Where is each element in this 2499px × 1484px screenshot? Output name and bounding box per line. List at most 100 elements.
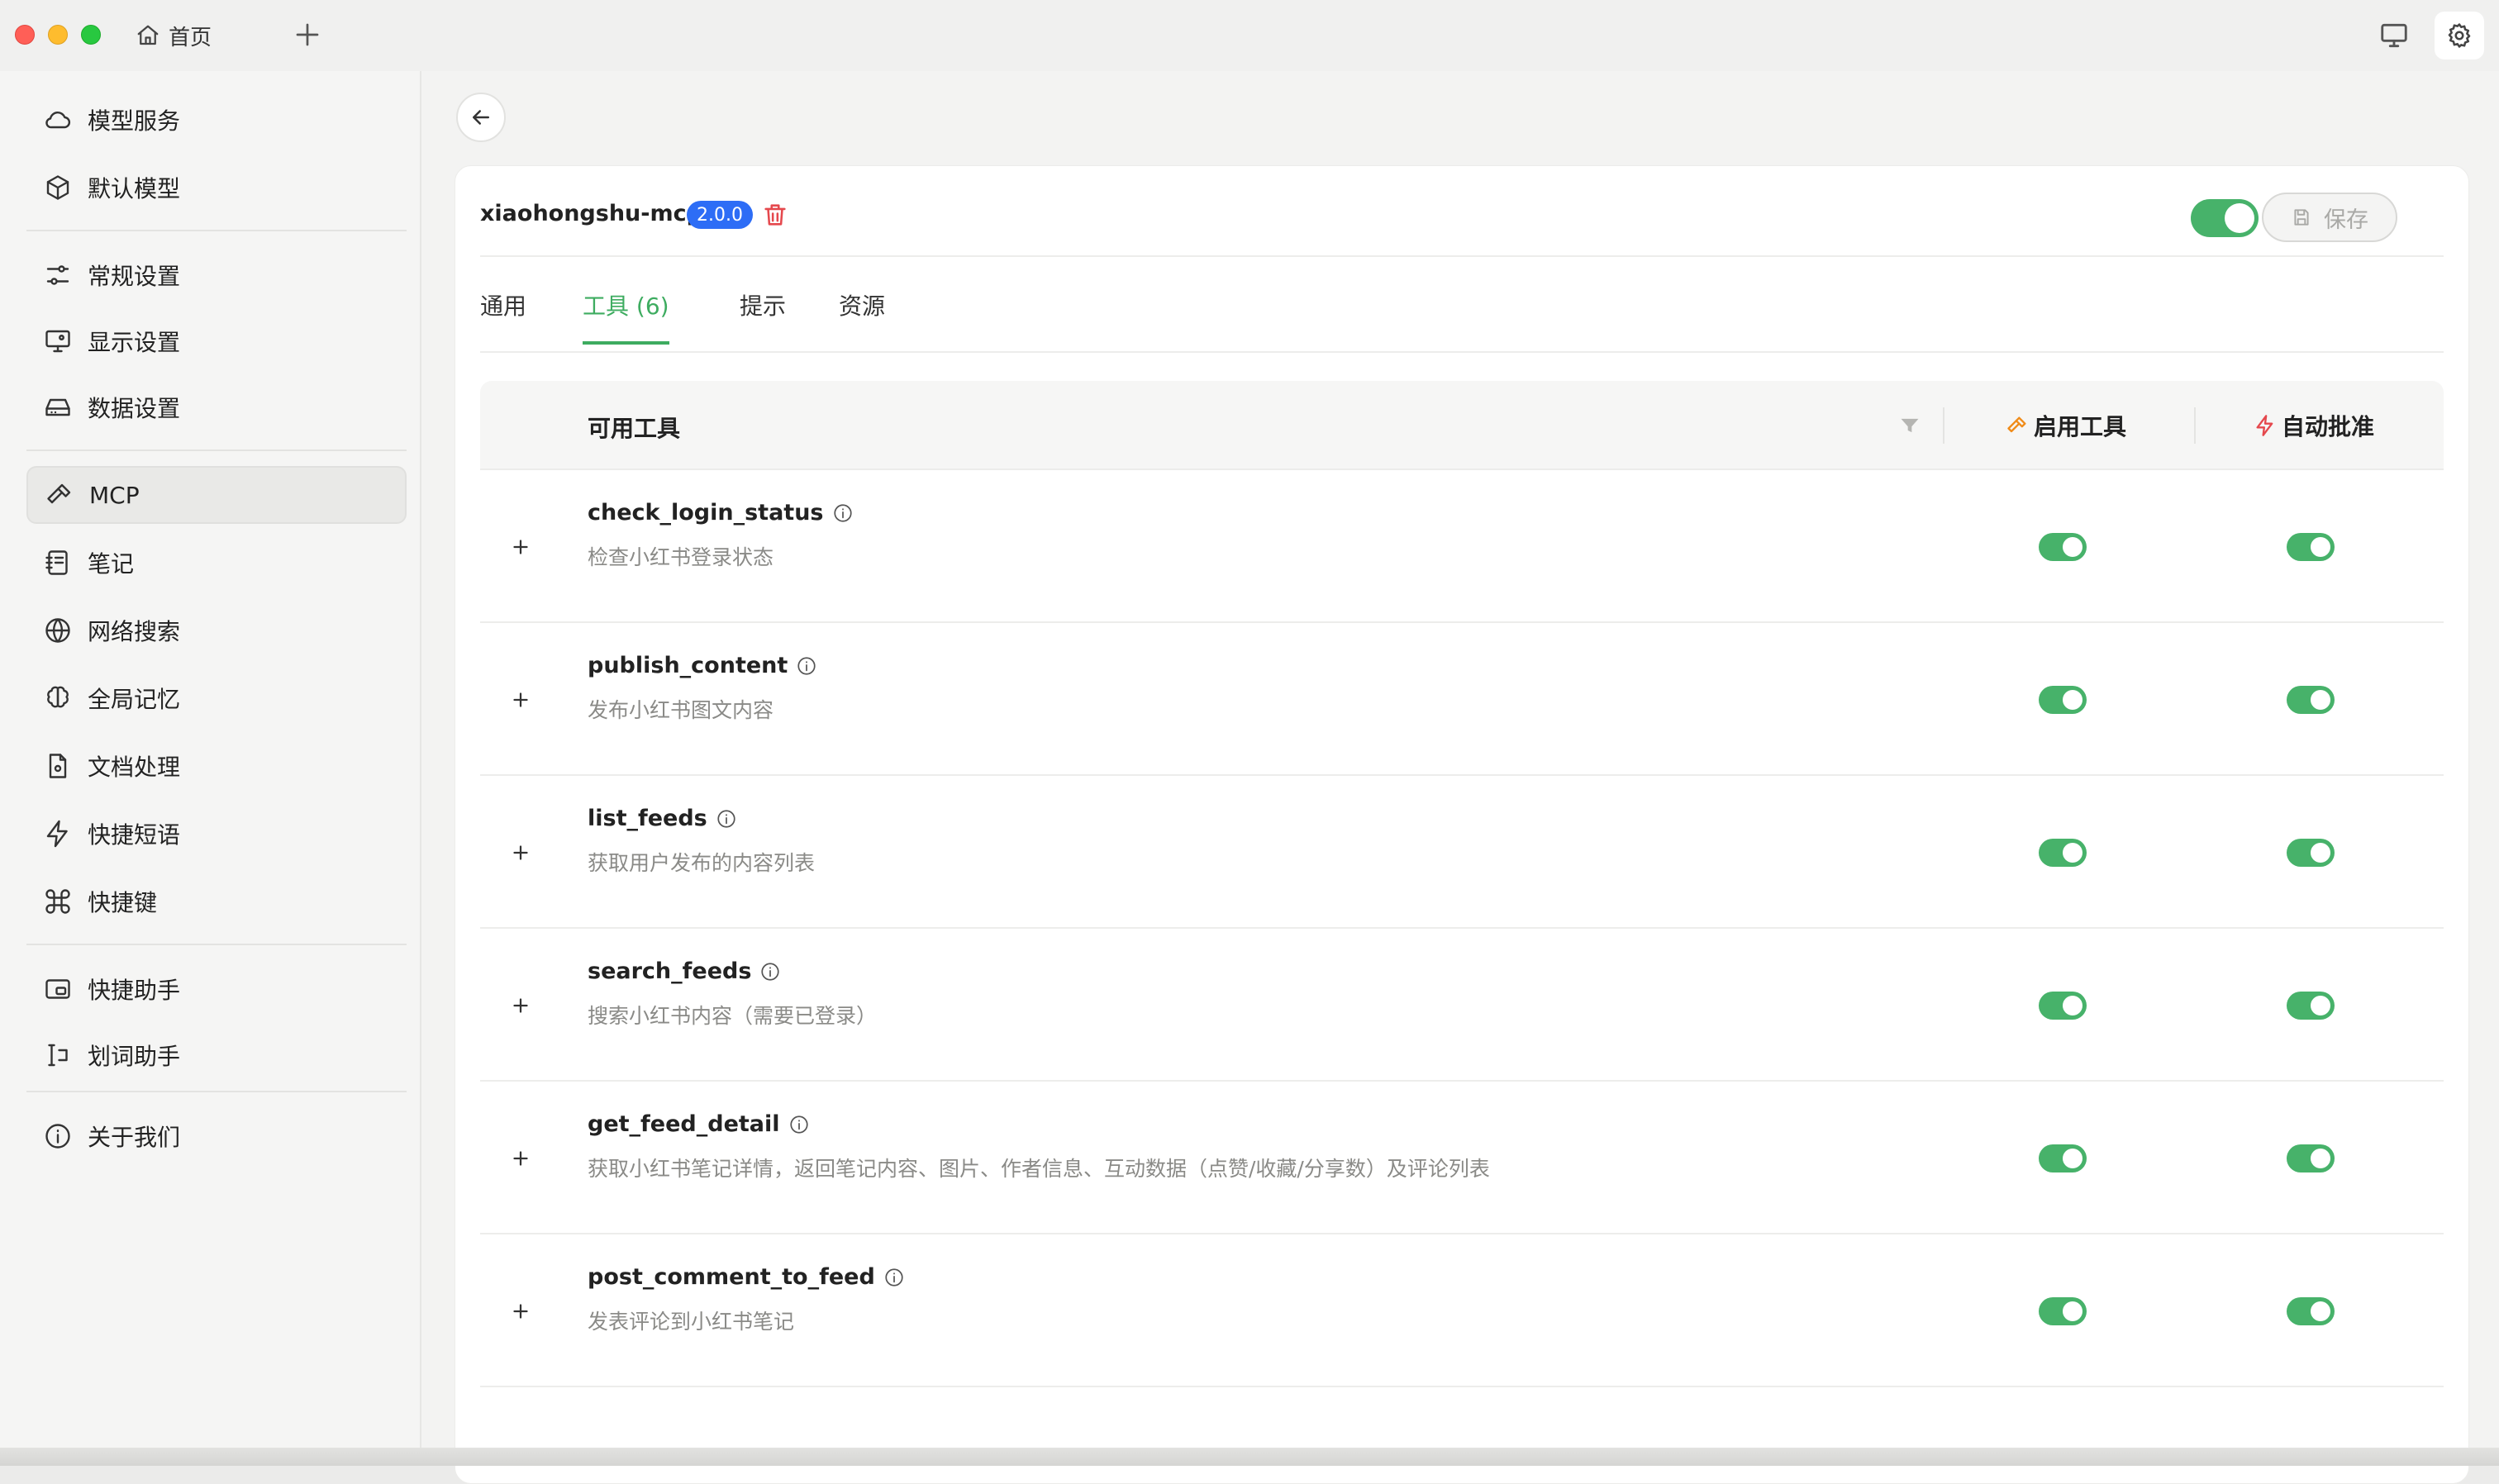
zap-icon <box>46 820 68 848</box>
auto-approve-toggle[interactable] <box>2287 1144 2335 1172</box>
enable-tool-toggle[interactable] <box>2039 1297 2087 1325</box>
gear-icon <box>2448 23 2471 48</box>
column-header-auto-approve-label: 自动批准 <box>2282 413 2375 440</box>
save-icon <box>2294 209 2309 226</box>
sidebar-item-label: 网络搜索 <box>88 618 181 645</box>
enable-tool-toggle[interactable] <box>2039 686 2087 714</box>
tab-resources[interactable]: 资源 <box>839 288 885 341</box>
server-enable-toggle[interactable] <box>2191 199 2259 237</box>
sidebar-item-document-processing[interactable]: 文档处理 <box>26 737 407 795</box>
auto-approve-toggle[interactable] <box>2287 839 2335 867</box>
sidebar-item-label: 快捷键 <box>88 889 158 916</box>
info-icon[interactable] <box>759 961 781 982</box>
info-icon <box>45 1124 70 1149</box>
sidebar-item-mcp[interactable]: MCP <box>26 466 407 524</box>
info-icon[interactable] <box>796 655 817 677</box>
sidebar-item-quick-phrases[interactable]: 快捷短语 <box>26 805 407 863</box>
server-header: xiaohongshu-mcp 2.0.0 保存 <box>480 166 2444 257</box>
sidebar-item-selection-assistant[interactable]: 划词助手 <box>26 1026 407 1084</box>
expand-plus-icon[interactable] <box>508 993 533 1018</box>
sidebar-item-label: 默认模型 <box>88 175 181 202</box>
settings-button[interactable] <box>2435 12 2484 59</box>
info-icon[interactable] <box>788 1114 810 1135</box>
hard-drive-icon <box>45 398 70 416</box>
info-icon[interactable] <box>716 808 737 830</box>
sidebar-item-label: 全局记忆 <box>88 686 181 713</box>
sliders-icon <box>46 265 69 285</box>
sidebar-item-label: 常规设置 <box>88 263 181 290</box>
sidebar-item-display-settings[interactable]: 显示设置 <box>26 312 407 370</box>
sidebar-item-web-search[interactable]: 网络搜索 <box>26 602 407 659</box>
tool-description: 发表评论到小红书笔记 <box>588 1310 795 1334</box>
table-row: get_feed_detail 获取小红书笔记详情，返回笔记内容、图片、作者信息… <box>480 1082 2444 1234</box>
back-button[interactable] <box>456 93 506 142</box>
sidebar-item-quick-assistant[interactable]: 快捷助手 <box>26 960 407 1018</box>
table-row: search_feeds 搜索小红书内容（需要已登录） <box>480 929 2444 1082</box>
info-icon[interactable] <box>832 502 854 524</box>
sidebar-item-model-service[interactable]: 模型服务 <box>26 91 407 149</box>
auto-approve-toggle[interactable] <box>2287 1297 2335 1325</box>
home-icon <box>137 25 159 45</box>
enable-tool-toggle[interactable] <box>2039 1144 2087 1172</box>
tab-prompts[interactable]: 提示 <box>740 288 786 341</box>
tab-general[interactable]: 通用 <box>480 288 526 341</box>
add-tab-icon[interactable] <box>293 20 322 50</box>
info-icon[interactable] <box>883 1267 905 1288</box>
expand-plus-icon[interactable] <box>508 535 533 559</box>
tool-name-text: list_feeds <box>588 806 707 831</box>
trash-icon[interactable] <box>761 201 789 229</box>
cloud-icon <box>45 112 71 129</box>
tool-name-text: get_feed_detail <box>588 1111 780 1137</box>
filter-icon[interactable] <box>1898 414 1921 437</box>
column-header-enable-label: 启用工具 <box>2034 413 2127 440</box>
sidebar-item-label: 快捷助手 <box>88 977 181 1004</box>
mcp-server-card: xiaohongshu-mcp 2.0.0 保存 通用 工具 (6) 提示 资源… <box>455 165 2469 1484</box>
tool-description: 获取小红书笔记详情，返回笔记内容、图片、作者信息、互动数据（点赞/收藏/分享数）… <box>588 1157 1490 1181</box>
sidebar-item-general-settings[interactable]: 常规设置 <box>26 246 407 304</box>
sidebar-divider <box>26 944 407 945</box>
sidebar-item-label: MCP <box>89 481 140 509</box>
sidebar-item-label: 关于我们 <box>88 1124 181 1151</box>
close-window-button[interactable] <box>15 25 35 45</box>
auto-approve-toggle[interactable] <box>2287 992 2335 1020</box>
server-tabs: 通用 工具 (6) 提示 资源 <box>480 257 2444 353</box>
title-bar: 首页 <box>0 0 2499 71</box>
sidebar-item-about[interactable]: 关于我们 <box>26 1107 407 1165</box>
table-row: post_comment_to_feed 发表评论到小红书笔记 <box>480 1234 2444 1387</box>
sidebar-divider <box>26 230 407 231</box>
globe-icon <box>45 618 70 643</box>
tool-name-text: post_comment_to_feed <box>588 1264 875 1290</box>
sidebar-item-label: 模型服务 <box>88 107 181 135</box>
sidebar-item-global-memory[interactable]: 全局记忆 <box>26 669 407 727</box>
enable-tool-toggle[interactable] <box>2039 533 2087 561</box>
save-button[interactable]: 保存 <box>2262 193 2397 242</box>
enable-tool-toggle[interactable] <box>2039 992 2087 1020</box>
table-header: 可用工具 启用工具 自动批准 <box>480 381 2444 470</box>
enable-tool-toggle[interactable] <box>2039 839 2087 867</box>
sidebar-item-shortcuts[interactable]: 快捷键 <box>26 873 407 930</box>
sidebar-item-label: 文档处理 <box>88 754 181 781</box>
tool-name: list_feeds <box>588 806 737 831</box>
auto-approve-toggle[interactable] <box>2287 686 2335 714</box>
expand-plus-icon[interactable] <box>508 840 533 865</box>
sidebar-item-data-settings[interactable]: 数据设置 <box>26 378 407 436</box>
expand-plus-icon[interactable] <box>508 1299 533 1324</box>
zap-icon <box>2256 415 2273 436</box>
sidebar-item-default-model[interactable]: 默认模型 <box>26 159 407 216</box>
minimize-window-button[interactable] <box>48 25 68 45</box>
text-select-icon <box>48 1044 68 1067</box>
home-tab[interactable]: 首页 <box>136 18 212 53</box>
monitor-icon[interactable] <box>2378 20 2410 51</box>
tab-tools[interactable]: 工具 (6) <box>583 288 669 345</box>
sidebar-divider <box>26 449 407 451</box>
sidebar-item-notes[interactable]: 笔记 <box>26 534 407 592</box>
save-label: 保存 <box>2324 207 2368 233</box>
expand-plus-icon[interactable] <box>508 1146 533 1171</box>
expand-plus-icon[interactable] <box>508 687 533 712</box>
auto-approve-toggle[interactable] <box>2287 533 2335 561</box>
sidebar-item-label: 数据设置 <box>88 395 181 422</box>
column-header-enable: 启用工具 <box>2006 409 2126 442</box>
monitor-settings-icon <box>45 330 70 353</box>
table-row: list_feeds 获取用户发布的内容列表 <box>480 776 2444 929</box>
maximize-window-button[interactable] <box>81 25 101 45</box>
